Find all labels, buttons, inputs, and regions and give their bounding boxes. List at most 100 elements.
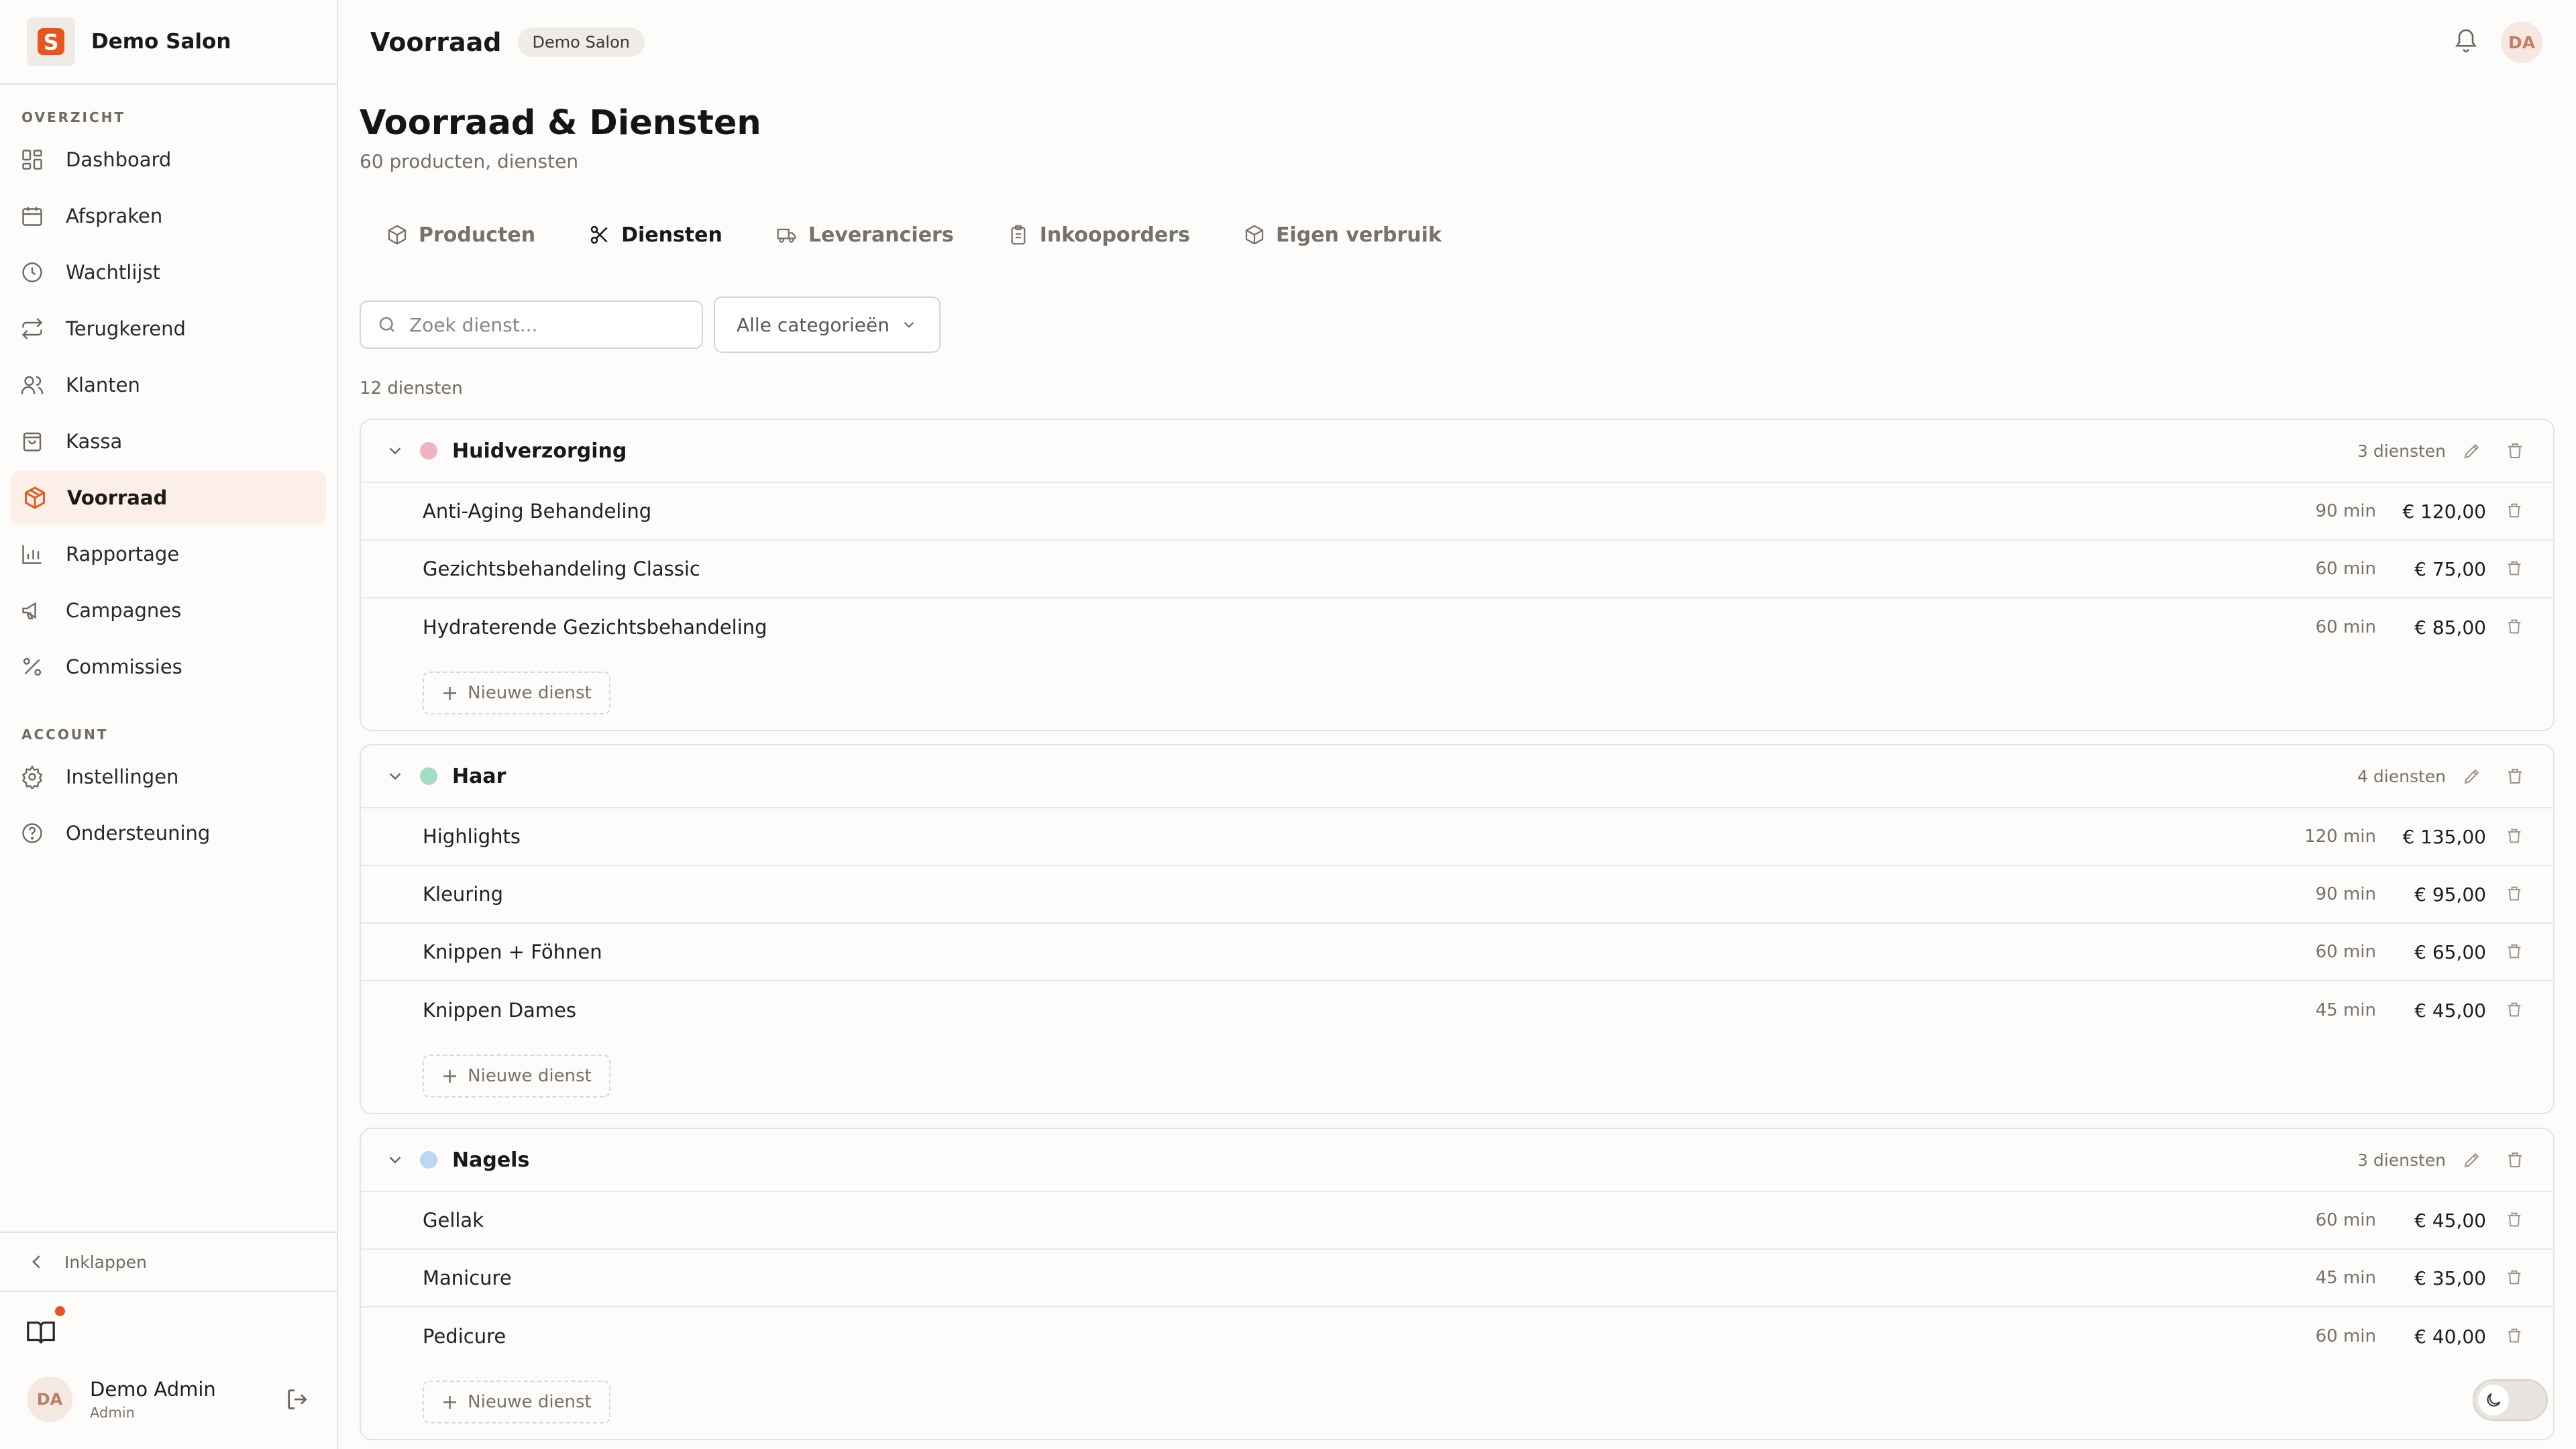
table-row[interactable]: Hydraterende Gezichtsbehandeling 60 min … (361, 598, 2553, 656)
trash-icon[interactable] (2505, 766, 2525, 786)
add-service-button[interactable]: + Nieuwe dienst (423, 1055, 610, 1097)
main-content: Voorraad Demo Salon DA Voorraad & Dienst… (338, 0, 2576, 1449)
sidebar-item-rapportage[interactable]: Rapportage (11, 526, 326, 582)
table-row[interactable]: Knippen + Föhnen 60 min € 65,00 (361, 924, 2553, 981)
trash-icon[interactable] (2505, 501, 2525, 521)
sidebar-item-kassa[interactable]: Kassa (11, 413, 326, 470)
chevron-down-icon[interactable] (385, 766, 405, 786)
sidebar-item-terugkerend[interactable]: Terugkerend (11, 301, 326, 357)
trash-icon[interactable] (2505, 884, 2525, 904)
brand: S Demo Salon (0, 0, 337, 85)
category-select[interactable]: Alle categorieën (714, 297, 941, 353)
sidebar-item-dashboard[interactable]: Dashboard (11, 131, 326, 188)
tab-label: Eigen verbruik (1275, 223, 1442, 247)
services-count: 12 diensten (360, 378, 463, 398)
sidebar-item-label: Terugkerend (66, 317, 186, 340)
nav-section-account: ACCOUNT (21, 727, 109, 743)
table-row[interactable]: Highlights 120 min € 135,00 (361, 808, 2553, 866)
service-duration: 45 min (2315, 1268, 2376, 1288)
service-name: Knippen + Föhnen (423, 941, 602, 963)
bell-icon[interactable] (2453, 27, 2483, 58)
service-name: Pedicure (423, 1325, 506, 1348)
table-row[interactable]: Gellak 60 min € 45,00 (361, 1192, 2553, 1250)
chevron-down-icon[interactable] (385, 441, 405, 461)
table-row[interactable]: Anti-Aging Behandeling 90 min € 120,00 (361, 483, 2553, 541)
user-profile[interactable]: DA Demo Admin Admin (27, 1377, 216, 1422)
sidebar-item-afspraken[interactable]: Afspraken (11, 188, 326, 244)
brand-logo[interactable]: S (27, 17, 75, 66)
trash-icon[interactable] (2505, 441, 2525, 461)
sidebar-item-campagnes[interactable]: Campagnes (11, 582, 326, 639)
add-service-button[interactable]: + Nieuwe dienst (423, 672, 610, 714)
tab-label: Leveranciers (808, 223, 954, 247)
group-name: Nagels (452, 1148, 530, 1172)
tab-inkooporders[interactable]: Inkooporders (981, 204, 1217, 266)
trash-icon[interactable] (2505, 559, 2525, 579)
theme-toggle[interactable] (2473, 1379, 2548, 1421)
group-name: Haar (452, 764, 506, 788)
tab-producten[interactable]: Producten (360, 204, 562, 266)
sidebar-item-voorraad[interactable]: Voorraad (11, 471, 326, 525)
group-color-dot (420, 442, 437, 460)
nav-section-overview: OVERZICHT (21, 109, 126, 125)
gear-icon (17, 762, 47, 792)
group-count: 3 diensten (2357, 1150, 2446, 1170)
sidebar-item-commissies[interactable]: Commissies (11, 639, 326, 695)
edit-icon[interactable] (2462, 766, 2482, 786)
sidebar-item-klanten[interactable]: Klanten (11, 357, 326, 413)
trash-icon[interactable] (2505, 617, 2525, 637)
grid-icon (17, 145, 47, 174)
trash-icon[interactable] (2505, 826, 2525, 847)
sidebar-item-instellingen[interactable]: Instellingen (11, 749, 326, 805)
tab-leveranciers[interactable]: Leveranciers (749, 204, 981, 266)
trash-icon[interactable] (2505, 1326, 2525, 1346)
service-name: Manicure (423, 1267, 512, 1289)
add-service-button[interactable]: + Nieuwe dienst (423, 1381, 610, 1424)
table-row[interactable]: Pedicure 60 min € 40,00 (361, 1307, 2553, 1365)
tab-eigen-verbruik[interactable]: Eigen verbruik (1217, 204, 1468, 266)
chevron-down-icon[interactable] (385, 1150, 405, 1170)
service-duration: 120 min (2304, 826, 2376, 847)
sidebar-item-label: Ondersteuning (66, 822, 211, 845)
search-icon (377, 315, 397, 335)
sidebar-item-label: Klanten (66, 374, 140, 396)
plus-icon: + (441, 1064, 459, 1088)
truck-icon (776, 224, 798, 246)
tab-label: Producten (419, 223, 536, 247)
percent-icon (17, 652, 47, 682)
tab-diensten[interactable]: Diensten (562, 204, 749, 266)
chevron-down-icon (900, 316, 918, 333)
service-duration: 60 min (2315, 1326, 2376, 1346)
chevron-left-icon (27, 1252, 47, 1272)
table-row[interactable]: Kleuring 90 min € 95,00 (361, 866, 2553, 924)
book-icon[interactable] (25, 1318, 56, 1348)
trash-icon[interactable] (2505, 942, 2525, 962)
sidebar-item-ondersteuning[interactable]: Ondersteuning (11, 805, 326, 861)
edit-icon[interactable] (2462, 441, 2482, 461)
table-row[interactable]: Knippen Dames 45 min € 45,00 (361, 981, 2553, 1039)
sidebar-item-wachtlijst[interactable]: Wachtlijst (11, 244, 326, 301)
avatar[interactable]: DA (2501, 21, 2542, 63)
edit-icon[interactable] (2462, 1150, 2482, 1170)
sidebar-item-label: Instellingen (66, 765, 179, 788)
service-price: € 135,00 (2402, 825, 2486, 848)
trash-icon[interactable] (2505, 1000, 2525, 1020)
add-service-row: + Nieuwe dienst (361, 656, 2553, 730)
sidebar-item-label: Voorraad (67, 486, 168, 509)
trash-icon[interactable] (2505, 1210, 2525, 1230)
trash-icon[interactable] (2505, 1150, 2525, 1170)
table-row[interactable]: Manicure 45 min € 35,00 (361, 1250, 2553, 1307)
collapse-sidebar-button[interactable]: Inklappen (0, 1232, 337, 1292)
group-name: Huidverzorging (452, 439, 627, 463)
service-price: € 65,00 (2414, 941, 2486, 963)
group-color-dot (420, 1151, 437, 1169)
package-icon (386, 224, 408, 246)
search-input[interactable] (409, 313, 691, 336)
shopping-bag-icon (17, 427, 47, 456)
user-role: Admin (90, 1405, 135, 1421)
trash-icon[interactable] (2505, 1268, 2525, 1288)
service-duration: 60 min (2315, 1210, 2376, 1230)
table-row[interactable]: Gezichtsbehandeling Classic 60 min € 75,… (361, 541, 2553, 598)
logout-icon[interactable] (284, 1386, 314, 1415)
clock-icon (17, 258, 47, 287)
